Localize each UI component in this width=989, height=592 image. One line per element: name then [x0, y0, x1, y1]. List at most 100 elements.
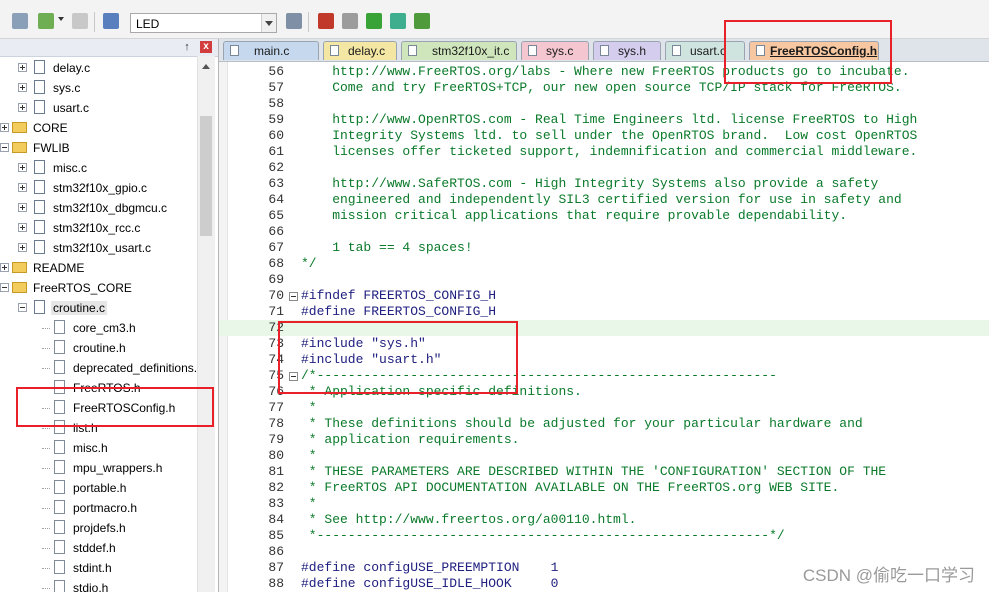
- expand-icon[interactable]: [0, 123, 9, 132]
- file-icon: [34, 220, 45, 234]
- grid-icon[interactable]: [72, 13, 88, 29]
- code-line[interactable]: 71 #define FREERTOS_CONFIG_H: [219, 304, 989, 320]
- code-line[interactable]: 83 *: [219, 496, 989, 512]
- tree-item[interactable]: stm32f10x_dbgmcu.c: [0, 198, 196, 218]
- options-icon[interactable]: [286, 13, 302, 29]
- code-line[interactable]: 65 mission critical applications that re…: [219, 208, 989, 224]
- collapse-icon[interactable]: [0, 283, 9, 292]
- download-icon[interactable]: [366, 13, 382, 29]
- code-line[interactable]: 63 http://www.SafeRTOS.com - High Integr…: [219, 176, 989, 192]
- editor-tab[interactable]: sys.c: [521, 41, 589, 60]
- code-line[interactable]: 70 #ifndef FREERTOS_CONFIG_H: [219, 288, 989, 304]
- tree-item[interactable]: stm32f10x_rcc.c: [0, 218, 196, 238]
- editor-tab[interactable]: sys.h: [593, 41, 661, 60]
- editor-tab[interactable]: stm32f10x_it.c: [401, 41, 517, 60]
- tree-item[interactable]: core_cm3.h: [0, 318, 196, 338]
- tree-item[interactable]: mpu_wrappers.h: [0, 458, 196, 478]
- file-icon: [54, 440, 65, 454]
- tree-item-label: stm32f10x_dbgmcu.c: [53, 201, 168, 215]
- line-number: 86: [268, 544, 284, 559]
- tree-item[interactable]: croutine.h: [0, 338, 196, 358]
- tree-item[interactable]: CORE: [0, 118, 196, 138]
- editor-tab[interactable]: delay.c: [323, 41, 397, 60]
- code-line[interactable]: 84 * See http://www.freertos.org/a00110.…: [219, 512, 989, 528]
- pin-icon[interactable]: ↑: [181, 40, 193, 54]
- expand-icon[interactable]: [18, 243, 27, 252]
- code-line[interactable]: 77 *: [219, 400, 989, 416]
- tree-item[interactable]: misc.h: [0, 438, 196, 458]
- pack-icon[interactable]: [414, 13, 430, 29]
- code-line[interactable]: 61 licenses offer ticketed support, inde…: [219, 144, 989, 160]
- close-icon[interactable]: x: [200, 41, 212, 53]
- code-text: http://www.OpenRTOS.com - Real Time Engi…: [301, 112, 918, 127]
- code-line[interactable]: 58: [219, 96, 989, 112]
- file-icon: [600, 45, 609, 56]
- expand-icon[interactable]: [0, 263, 9, 272]
- tree-item[interactable]: stm32f10x_usart.c: [0, 238, 196, 258]
- tree-item[interactable]: usart.c: [0, 98, 196, 118]
- code-line[interactable]: 64 engineered and independently SIL3 cer…: [219, 192, 989, 208]
- code-line[interactable]: 85 *------------------------------------…: [219, 528, 989, 544]
- tree-item[interactable]: projdefs.h: [0, 518, 196, 538]
- fold-toggle[interactable]: [289, 292, 298, 301]
- settings-icon[interactable]: [12, 13, 28, 29]
- code-line[interactable]: 66: [219, 224, 989, 240]
- manage-icon[interactable]: [318, 13, 334, 29]
- diamond-icon[interactable]: [390, 13, 406, 29]
- expand-icon[interactable]: [18, 223, 27, 232]
- expand-icon[interactable]: [18, 163, 27, 172]
- chevron-down-icon[interactable]: [58, 17, 64, 21]
- collapse-icon[interactable]: [0, 143, 9, 152]
- editor-tab[interactable]: main.c: [223, 41, 319, 60]
- code-line[interactable]: 69: [219, 272, 989, 288]
- tree-item[interactable]: deprecated_definitions.: [0, 358, 197, 378]
- tree-item[interactable]: stdint.h: [0, 558, 196, 578]
- file-icon: [672, 45, 681, 56]
- file-icon: [34, 100, 45, 114]
- scroll-up-icon[interactable]: [202, 64, 210, 69]
- file-icon: [54, 360, 65, 374]
- expand-icon[interactable]: [18, 63, 27, 72]
- tree-item[interactable]: misc.c: [0, 158, 196, 178]
- chevron-down-icon[interactable]: [261, 14, 276, 32]
- tree-item[interactable]: FreeRTOS_CORE: [0, 278, 196, 298]
- code-line[interactable]: 82 * FreeRTOS API DOCUMENTATION AVAILABL…: [219, 480, 989, 496]
- tree-item[interactable]: portmacro.h: [0, 498, 196, 518]
- scroll-thumb[interactable]: [200, 116, 212, 236]
- expand-icon[interactable]: [18, 183, 27, 192]
- code-line[interactable]: 79 * application requirements.: [219, 432, 989, 448]
- code-text: mission critical applications that requi…: [301, 208, 848, 223]
- tree-item[interactable]: stddef.h: [0, 538, 196, 558]
- tree-item[interactable]: stm32f10x_gpio.c: [0, 178, 196, 198]
- copy-icon[interactable]: [342, 13, 358, 29]
- target-select[interactable]: LED: [130, 13, 277, 33]
- tree-scrollbar[interactable]: [197, 56, 215, 592]
- code-line[interactable]: 86: [219, 544, 989, 560]
- tree-item[interactable]: stdio.h: [0, 578, 196, 592]
- layers-icon[interactable]: [38, 13, 54, 29]
- file-icon: [54, 320, 65, 334]
- code-line[interactable]: 81 * THESE PARAMETERS ARE DESCRIBED WITH…: [219, 464, 989, 480]
- tree-item[interactable]: delay.c: [0, 58, 196, 78]
- code-line[interactable]: 67 1 tab == 4 spaces!: [219, 240, 989, 256]
- code-line[interactable]: 68 */: [219, 256, 989, 272]
- code-line[interactable]: 78 * These definitions should be adjuste…: [219, 416, 989, 432]
- tree-item[interactable]: sys.c: [0, 78, 196, 98]
- file-icon: [54, 500, 65, 514]
- toolbar-separator: [308, 12, 309, 32]
- expand-icon[interactable]: [18, 83, 27, 92]
- expand-icon[interactable]: [18, 103, 27, 112]
- code-line[interactable]: 59 http://www.OpenRTOS.com - Real Time E…: [219, 112, 989, 128]
- folder-icon: [12, 142, 27, 153]
- load-icon[interactable]: [103, 13, 119, 29]
- tree-item[interactable]: README: [0, 258, 196, 278]
- expand-icon[interactable]: [18, 203, 27, 212]
- tree-item[interactable]: FWLIB: [0, 138, 196, 158]
- code-line[interactable]: 80 *: [219, 448, 989, 464]
- code-line[interactable]: 62: [219, 160, 989, 176]
- code-line[interactable]: 60 Integrity Systems ltd. to sell under …: [219, 128, 989, 144]
- tree-item[interactable]: portable.h: [0, 478, 196, 498]
- collapse-icon[interactable]: [18, 303, 27, 312]
- line-number: 75: [268, 368, 284, 383]
- tree-item[interactable]: croutine.c: [0, 298, 196, 318]
